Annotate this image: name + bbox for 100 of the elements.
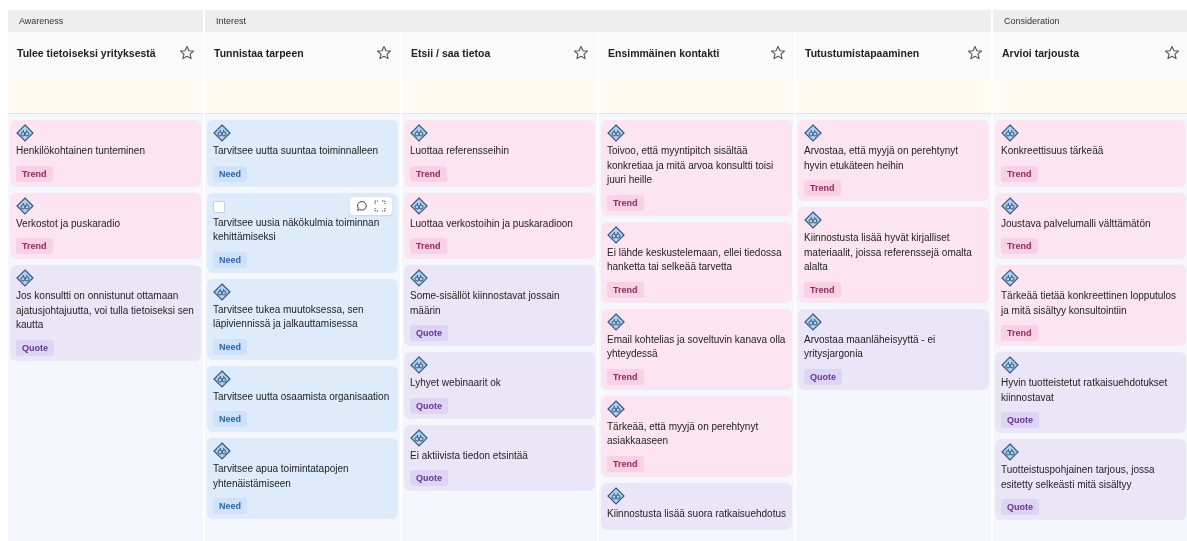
stage-title: Etsii / saa tietoa bbox=[411, 47, 491, 59]
card-tag: Quote bbox=[1001, 412, 1039, 428]
card-tag: Trend bbox=[1001, 325, 1038, 341]
insight-card[interactable]: Ei aktiivista tiedon etsintää Quote bbox=[404, 424, 595, 491]
card-text: Toivoo, että myyntipitch sisältää konkretiaa ja mitä arvoa konsultti toisi juuri heille bbox=[607, 144, 775, 187]
binoculars-diamond-icon bbox=[410, 356, 428, 374]
binoculars-diamond-icon bbox=[213, 124, 231, 142]
card-tag: Trend bbox=[1001, 165, 1038, 182]
insight-card[interactable]: Tärkeää, että myyjä on perehtynyt asiakkaaseen Trend bbox=[601, 395, 792, 477]
insight-card[interactable]: Luottaa verkostoihin ja puskaradioon Trend bbox=[404, 192, 595, 259]
card-text: Konkreettisuus tärkeää bbox=[1001, 144, 1105, 158]
binoculars-diamond-icon bbox=[16, 124, 34, 142]
binoculars-diamond-icon bbox=[16, 269, 34, 287]
binoculars-diamond-icon bbox=[213, 369, 231, 388]
card-text: Some-sisällöt kiinnostavat jossain määrin bbox=[410, 289, 561, 318]
insight-card[interactable]: Kiinnostusta lisää suora ratkaisuehdotus bbox=[601, 482, 792, 530]
binoculars-diamond-icon bbox=[1001, 443, 1019, 461]
card-text: Tuotteistuspohjainen tarjous, jossa esitetty selkeästi mitä sisältyy bbox=[1001, 463, 1156, 492]
card-tag: Trend bbox=[410, 165, 447, 182]
card-tag: Trend bbox=[16, 238, 53, 254]
card-text: Tarvitsee uutta suuntaa toiminnalleen bbox=[213, 144, 380, 158]
binoculars-diamond-icon bbox=[607, 399, 625, 418]
star-icon[interactable] bbox=[1164, 45, 1180, 61]
insight-card[interactable]: Tarvitsee tukea muutoksessa, sen läpiviennissä ja jalkauttamisessa Need bbox=[207, 278, 398, 360]
card-text: Tarvitsee tukea muutoksessa, sen läpiviennissä ja jalkauttamisessa bbox=[213, 302, 365, 331]
insight-card[interactable]: Tarvitsee apua toimintatapojen yhtenäistämiseen Need bbox=[207, 438, 398, 519]
insight-card[interactable]: Luottaa referensseihin Trend bbox=[404, 120, 595, 187]
card-tag: Trend bbox=[607, 281, 644, 298]
insight-card[interactable]: Tarvitsee uutta osaamista organisaation Need bbox=[207, 365, 398, 432]
stage-title: Tutustumistapaaminen bbox=[805, 47, 920, 59]
card-text: Luottaa verkostoihin ja puskaradioon bbox=[410, 216, 574, 231]
binoculars-diamond-icon bbox=[410, 196, 428, 215]
card-text: Email kohtelias ja soveltuvin kanava olla yhteydessä bbox=[607, 332, 786, 361]
phase-label: Consideration bbox=[993, 10, 1187, 32]
card-tag: Quote bbox=[410, 325, 448, 341]
binoculars-diamond-icon bbox=[410, 269, 428, 287]
card-text: Hyvin tuotteistetut ratkaisuehdotukset kiinnostavat bbox=[1001, 376, 1169, 405]
card-text: Kiinnostusta lisää suora ratkaisuehdotus bbox=[607, 506, 786, 521]
card-tag: Trend bbox=[804, 281, 841, 298]
card-tag: Quote bbox=[410, 470, 448, 486]
binoculars-diamond-icon bbox=[607, 486, 625, 505]
card-tag: Need bbox=[213, 411, 247, 427]
card-tag: Trend bbox=[1001, 238, 1038, 254]
insight-card[interactable]: Arvostaa, että myyjä on perehtynyt hyvin etukäteen heihin Trend bbox=[798, 120, 989, 201]
card-tag: Need bbox=[213, 498, 247, 514]
binoculars-diamond-icon bbox=[410, 428, 428, 447]
star-icon[interactable] bbox=[179, 45, 195, 61]
insight-card[interactable]: Ei lähde keskustelemaan, ellei tiedossa hanketta tai selkeää tarvetta Trend bbox=[601, 221, 792, 303]
card-tag: Quote bbox=[1001, 499, 1039, 515]
binoculars-diamond-icon bbox=[1001, 124, 1019, 142]
insight-card[interactable]: Konkreettisuus tärkeää Trend bbox=[995, 120, 1186, 187]
card-text: Lyhyet webinaarit ok bbox=[410, 376, 502, 390]
binoculars-diamond-icon bbox=[804, 211, 822, 229]
comment-icon[interactable] bbox=[356, 199, 368, 212]
insight-card[interactable]: Tarvitsee uutta suuntaa toiminnalleen Need bbox=[207, 120, 398, 187]
stage-title: Tunnistaa tarpeen bbox=[214, 47, 304, 59]
card-tag: Quote bbox=[16, 339, 54, 356]
card-text: Arvostaa, että myyjä on perehtynyt hyvin etukäteen heihin bbox=[804, 144, 959, 173]
card-tag: Need bbox=[213, 251, 247, 268]
binoculars-diamond-icon bbox=[607, 312, 625, 331]
card-text: Ei lähde keskustelemaan, ellei tiedossa hanketta tai selkeää tarvetta bbox=[607, 245, 783, 274]
card-text: Tärkeää tietää konkreettinen lopputulos ja mitä sisältyy konsultointiin bbox=[1001, 289, 1178, 318]
binoculars-diamond-icon bbox=[607, 124, 625, 142]
card-text: Ei aktiivista tiedon etsintää bbox=[410, 448, 529, 463]
insight-card[interactable]: Hyvin tuotteistetut ratkaisuehdotukset kiinnostavat Quote bbox=[995, 352, 1186, 433]
insight-card[interactable]: Verkostot ja puskaradio Trend bbox=[10, 192, 201, 259]
card-tag: Trend bbox=[16, 165, 53, 182]
insight-card[interactable]: Some-sisällöt kiinnostavat jossain määrin Quote bbox=[404, 265, 595, 346]
star-icon[interactable] bbox=[573, 45, 589, 61]
select-checkbox[interactable] bbox=[213, 200, 225, 213]
insight-card[interactable]: Jos konsultti on onnistunut ottamaan ajatusjohtajuutta, voi tulla tietoiseksi sen kautta Quote bbox=[10, 265, 201, 361]
binoculars-diamond-icon bbox=[1001, 269, 1019, 287]
card-tag: Quote bbox=[410, 397, 448, 414]
expand-icon[interactable] bbox=[374, 199, 386, 212]
phase-label: Interest bbox=[205, 10, 991, 32]
insight-card[interactable]: Tarvitsee uusia näkökulmia toiminnan kehittämiseksi Need bbox=[207, 192, 398, 273]
insight-card[interactable]: Lyhyet webinaarit ok Quote bbox=[404, 352, 595, 419]
insight-card[interactable]: Tuotteistuspohjainen tarjous, jossa esitetty selkeästi mitä sisältyy Quote bbox=[995, 439, 1186, 520]
card-text: Luottaa referensseihin bbox=[410, 144, 510, 158]
card-tag: Trend bbox=[410, 238, 447, 254]
binoculars-diamond-icon bbox=[1001, 196, 1019, 215]
binoculars-diamond-icon bbox=[804, 124, 822, 142]
star-icon[interactable] bbox=[770, 45, 786, 61]
insight-card[interactable]: Henkilökohtainen tunteminen Trend bbox=[10, 120, 201, 187]
star-icon[interactable] bbox=[967, 45, 983, 61]
card-text: Kiinnostusta lisää hyvät kirjalliset materiaalit, joissa referenssejä omalta alalta bbox=[804, 231, 973, 274]
stage-title: Arvioi tarjousta bbox=[1002, 47, 1080, 59]
insight-card[interactable]: Tärkeää tietää konkreettinen lopputulos ja mitä sisältyy konsultointiin Trend bbox=[995, 265, 1186, 346]
binoculars-diamond-icon bbox=[16, 196, 34, 215]
insight-card[interactable]: Joustava palvelumalli välttämätön Trend bbox=[995, 192, 1186, 259]
insight-card[interactable]: Arvostaa maanläheisyyttä - ei yritysjargonia Quote bbox=[798, 308, 989, 390]
insight-card[interactable]: Toivoo, että myyntipitch sisältää konkretiaa ja mitä arvoa konsultti toisi juuri heille Trend bbox=[601, 120, 792, 216]
binoculars-diamond-icon bbox=[213, 442, 231, 460]
phase-label: Awareness bbox=[8, 10, 203, 32]
star-icon[interactable] bbox=[376, 45, 392, 61]
card-tag: Trend bbox=[804, 180, 841, 196]
card-text: Tarvitsee uutta osaamista organisaation bbox=[213, 389, 391, 404]
card-text: Tarvitsee apua toimintatapojen yhtenäistämiseen bbox=[213, 462, 350, 491]
insight-card[interactable]: Kiinnostusta lisää hyvät kirjalliset materiaalit, joissa referenssejä omalta alalta Trend bbox=[798, 207, 989, 303]
insight-card[interactable]: Email kohtelias ja soveltuvin kanava olla yhteydessä Trend bbox=[601, 308, 792, 390]
